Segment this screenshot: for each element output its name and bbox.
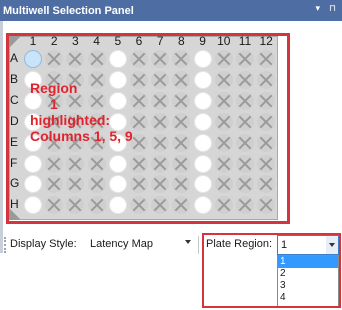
well-G9[interactable] — [193, 175, 212, 194]
well-F11[interactable] — [236, 154, 254, 173]
column-label-3[interactable]: 3 — [66, 34, 84, 48]
column-label-10[interactable]: 10 — [215, 34, 233, 48]
pin-icon[interactable]: ⊓ — [329, 3, 336, 14]
well-F12[interactable] — [257, 154, 276, 173]
panel-titlebar: Multiwell Selection Panel ▾ ⊓ — [0, 0, 342, 21]
column-label-12[interactable]: 12 — [257, 34, 275, 48]
plate-corner-notch-top — [9, 36, 21, 48]
row-label-D[interactable]: D — [10, 114, 22, 128]
annotation-line-4: Columns 1, 5, 9 — [30, 128, 133, 144]
well-D12[interactable] — [257, 112, 276, 131]
annotation-line-2: 1 — [50, 96, 58, 112]
well-B10[interactable] — [214, 70, 233, 89]
well-A6[interactable] — [130, 50, 148, 68]
well-F6[interactable] — [130, 154, 148, 173]
well-F9[interactable] — [193, 154, 212, 173]
well-F2[interactable] — [45, 154, 64, 173]
column-label-2[interactable]: 2 — [45, 34, 63, 48]
column-label-11[interactable]: 11 — [236, 34, 254, 48]
well-E9[interactable] — [193, 133, 212, 152]
annotation-line-3: highlighted: — [30, 112, 111, 128]
well-E11[interactable] — [236, 133, 254, 152]
well-C12[interactable] — [257, 91, 276, 110]
well-A10[interactable] — [214, 50, 233, 68]
row-label-C[interactable]: C — [10, 93, 22, 107]
column-label-9[interactable]: 9 — [194, 34, 212, 48]
well-F7[interactable] — [151, 154, 170, 173]
well-B11[interactable] — [236, 70, 254, 89]
well-C10[interactable] — [214, 91, 233, 110]
toolbar-grip-icon[interactable] — [4, 237, 6, 253]
well-C7[interactable] — [151, 91, 170, 110]
well-F10[interactable] — [214, 154, 233, 173]
well-H5[interactable] — [108, 196, 127, 215]
row-label-F[interactable]: F — [10, 156, 22, 170]
column-label-7[interactable]: 7 — [151, 34, 169, 48]
column-label-4[interactable]: 4 — [88, 34, 106, 48]
well-E10[interactable] — [214, 133, 233, 152]
well-D10[interactable] — [214, 112, 233, 131]
well-A5[interactable] — [108, 50, 127, 68]
well-H4[interactable] — [87, 196, 106, 215]
plate-region-highlight-frame — [202, 233, 341, 308]
well-F5[interactable] — [108, 154, 127, 173]
display-style-select[interactable]: Latency Map — [89, 236, 195, 254]
well-C9[interactable] — [193, 91, 212, 110]
well-F4[interactable] — [87, 154, 106, 173]
toolbar-separator — [198, 236, 199, 254]
well-D11[interactable] — [236, 112, 254, 131]
well-A1[interactable] — [24, 50, 42, 68]
well-B7[interactable] — [151, 70, 170, 89]
column-label-5[interactable]: 5 — [109, 34, 127, 48]
row-label-E[interactable]: E — [10, 135, 22, 149]
well-H9[interactable] — [193, 196, 212, 215]
display-style-chevron-down-icon[interactable] — [185, 240, 191, 244]
display-style-label: Display Style: — [10, 238, 77, 250]
panel-title: Multiwell Selection Panel — [3, 4, 134, 17]
row-label-H[interactable]: H — [10, 197, 22, 211]
well-D9[interactable] — [193, 112, 212, 131]
well-H10[interactable] — [214, 196, 233, 215]
row-label-B[interactable]: B — [10, 72, 22, 86]
column-label-8[interactable]: 8 — [172, 34, 190, 48]
row-label-A[interactable]: A — [10, 51, 22, 65]
well-D7[interactable] — [151, 112, 170, 131]
well-E8[interactable] — [172, 133, 191, 152]
column-label-6[interactable]: 6 — [130, 34, 148, 48]
well-F8[interactable] — [172, 154, 191, 173]
well-E7[interactable] — [151, 133, 170, 152]
well-E12[interactable] — [257, 133, 276, 152]
well-F1[interactable] — [24, 154, 42, 173]
well-B9[interactable] — [193, 70, 212, 89]
well-B12[interactable] — [257, 70, 276, 89]
well-A11[interactable] — [236, 50, 254, 68]
annotation-line-1: Region — [30, 80, 78, 96]
column-label-1[interactable]: 1 — [24, 34, 42, 48]
well-C11[interactable] — [236, 91, 254, 110]
well-D8[interactable] — [172, 112, 191, 131]
dropdown-menu-icon[interactable]: ▾ — [315, 3, 320, 14]
well-G4[interactable] — [87, 175, 106, 194]
region-annotation: Region 1 highlighted: Columns 1, 5, 9 — [30, 80, 150, 144]
panel-left-edge — [0, 21, 3, 253]
well-A9[interactable] — [193, 50, 212, 68]
well-F3[interactable] — [66, 154, 85, 173]
well-A4[interactable] — [87, 50, 106, 68]
title-controls: ▾ ⊓ — [315, 3, 336, 14]
row-label-G[interactable]: G — [10, 176, 22, 190]
